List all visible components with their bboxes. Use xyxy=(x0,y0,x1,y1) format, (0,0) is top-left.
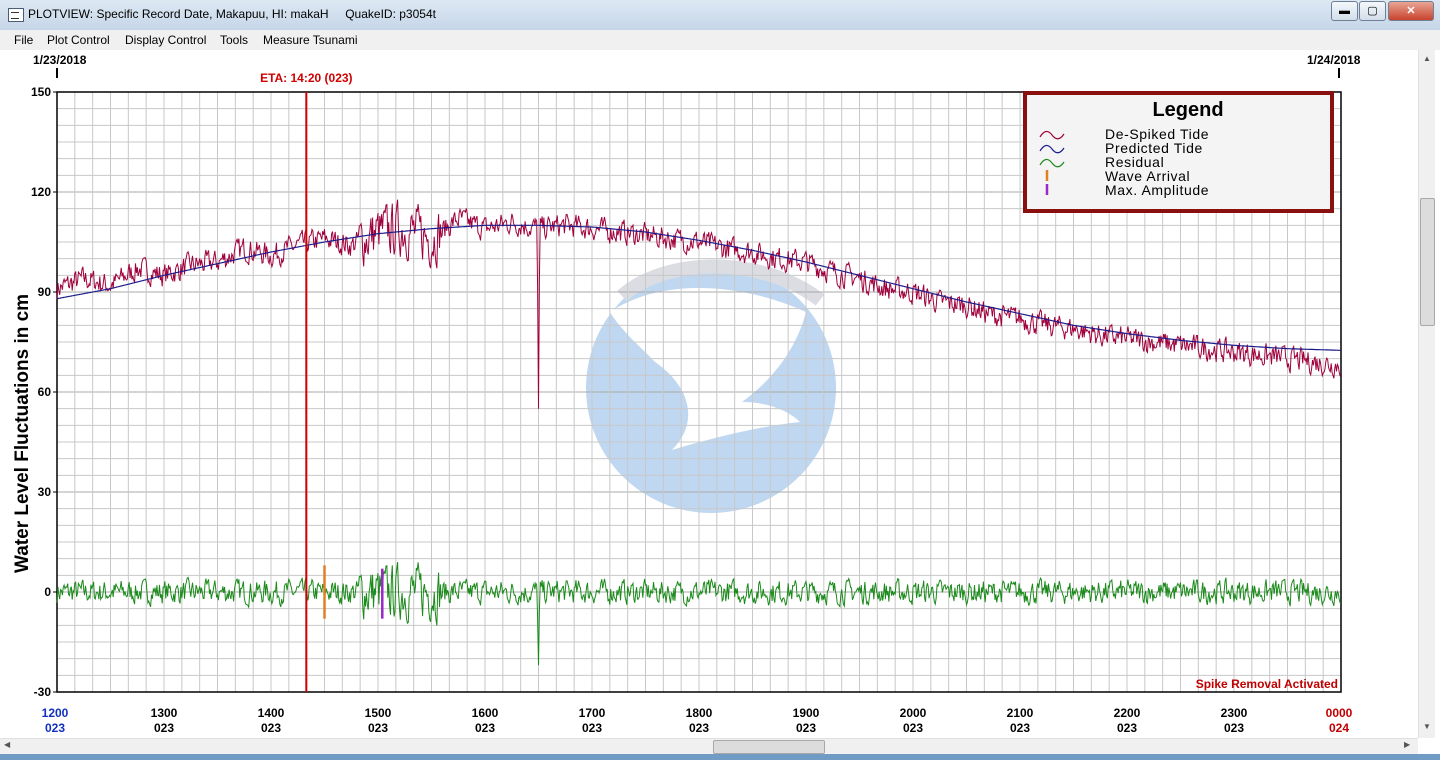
y-tick-label: 90 xyxy=(38,285,52,299)
x-tick-time-label: 0000 xyxy=(1326,706,1353,720)
menu-plot-control[interactable]: Plot Control xyxy=(47,33,110,47)
x-tick-day-label: 023 xyxy=(475,721,495,735)
plot-area: 150 120 90 60 30 0 -30 1200 023 1300 023 1400 023 15… xyxy=(0,50,1418,738)
x-tick-day-label: 023 xyxy=(154,721,174,735)
x-tick-day-label: 024 xyxy=(1329,721,1349,735)
y-axis-label: Water Level Fluctuations in cm xyxy=(12,294,33,573)
x-tick-time-label: 2100 xyxy=(1007,706,1034,720)
end-date-label: 1/24/2018 xyxy=(1307,53,1361,67)
scroll-down-icon[interactable]: ▼ xyxy=(1419,722,1435,731)
y-tick-label: 30 xyxy=(38,485,52,499)
start-date-label: 1/23/2018 xyxy=(33,53,87,67)
x-tick-day-label: 023 xyxy=(796,721,816,735)
scroll-up-icon[interactable]: ▲ xyxy=(1419,54,1435,63)
legend: Legend De-Spiked TidePredicted TideResid… xyxy=(1023,91,1334,213)
y-tick-label: 0 xyxy=(44,585,51,599)
x-tick-time-label: 1200 xyxy=(42,706,69,720)
x-tick-time-label: 1600 xyxy=(472,706,499,720)
x-tick-time-label: 1500 xyxy=(365,706,392,720)
scroll-right-icon[interactable]: ▶ xyxy=(1404,740,1410,749)
vertical-scroll-thumb[interactable] xyxy=(1420,198,1435,326)
window-title: PLOTVIEW: Specific Record Date, Makapuu,… xyxy=(28,7,436,21)
y-tick-label: 60 xyxy=(38,385,52,399)
x-tick-time-label: 2200 xyxy=(1114,706,1141,720)
close-button[interactable]: ✕ xyxy=(1388,1,1434,21)
menu-bar: File Plot Control Display Control Tools … xyxy=(0,30,1440,50)
y-axis: 150 120 90 60 30 0 -30 xyxy=(31,85,57,699)
y-tick-label: 150 xyxy=(31,85,51,99)
app-icon xyxy=(8,8,24,22)
x-tick-time-label: 1300 xyxy=(151,706,178,720)
menu-file[interactable]: File xyxy=(14,33,33,47)
x-tick-day-label: 023 xyxy=(582,721,602,735)
x-tick-day-label: 023 xyxy=(368,721,388,735)
x-tick-day-label: 023 xyxy=(1224,721,1244,735)
x-tick-time-label: 1800 xyxy=(686,706,713,720)
x-tick-day-label: 023 xyxy=(1010,721,1030,735)
tide-chart: 1501209060300-30 12000231300023140002315… xyxy=(12,53,1361,735)
plotview-window: PLOTVIEW: Specific Record Date, Makapuu,… xyxy=(0,0,1440,760)
legend-entry-label: Max. Amplitude xyxy=(1105,182,1209,198)
y-tick-label: -30 xyxy=(34,685,52,699)
x-tick-day-label: 023 xyxy=(45,721,65,735)
maximize-button[interactable]: ▢ xyxy=(1359,1,1386,21)
x-tick-day-label: 023 xyxy=(903,721,923,735)
x-tick-time-label: 2000 xyxy=(900,706,927,720)
title-bar[interactable]: PLOTVIEW: Specific Record Date, Makapuu,… xyxy=(0,0,1440,31)
x-tick-day-label: 023 xyxy=(261,721,281,735)
spike-removal-status: Spike Removal Activated xyxy=(1196,677,1338,691)
vertical-scrollbar[interactable]: ▲ ▼ xyxy=(1418,50,1435,738)
legend-title: Legend xyxy=(1152,99,1223,121)
horizontal-scroll-thumb[interactable] xyxy=(713,740,825,754)
x-tick-time-label: 1400 xyxy=(258,706,285,720)
x-tick-day-label: 023 xyxy=(1117,721,1137,735)
y-tick-label: 120 xyxy=(31,185,51,199)
horizontal-scrollbar[interactable]: ◀ ▶ xyxy=(0,738,1418,755)
x-tick-time-label: 1700 xyxy=(579,706,606,720)
minimize-button[interactable]: ▬ xyxy=(1331,1,1358,21)
x-tick-day-label: 023 xyxy=(689,721,709,735)
menu-tools[interactable]: Tools xyxy=(220,33,248,47)
window-bottom-border xyxy=(0,754,1440,760)
scroll-left-icon[interactable]: ◀ xyxy=(4,740,10,749)
menu-measure-tsunami[interactable]: Measure Tsunami xyxy=(263,33,358,47)
eta-label: ETA: 14:20 (023) xyxy=(260,71,352,85)
x-axis: 1200023130002314000231500023160002317000… xyxy=(42,706,1353,735)
x-tick-time-label: 2300 xyxy=(1221,706,1248,720)
x-tick-time-label: 1900 xyxy=(793,706,820,720)
menu-display-control[interactable]: Display Control xyxy=(125,33,206,47)
